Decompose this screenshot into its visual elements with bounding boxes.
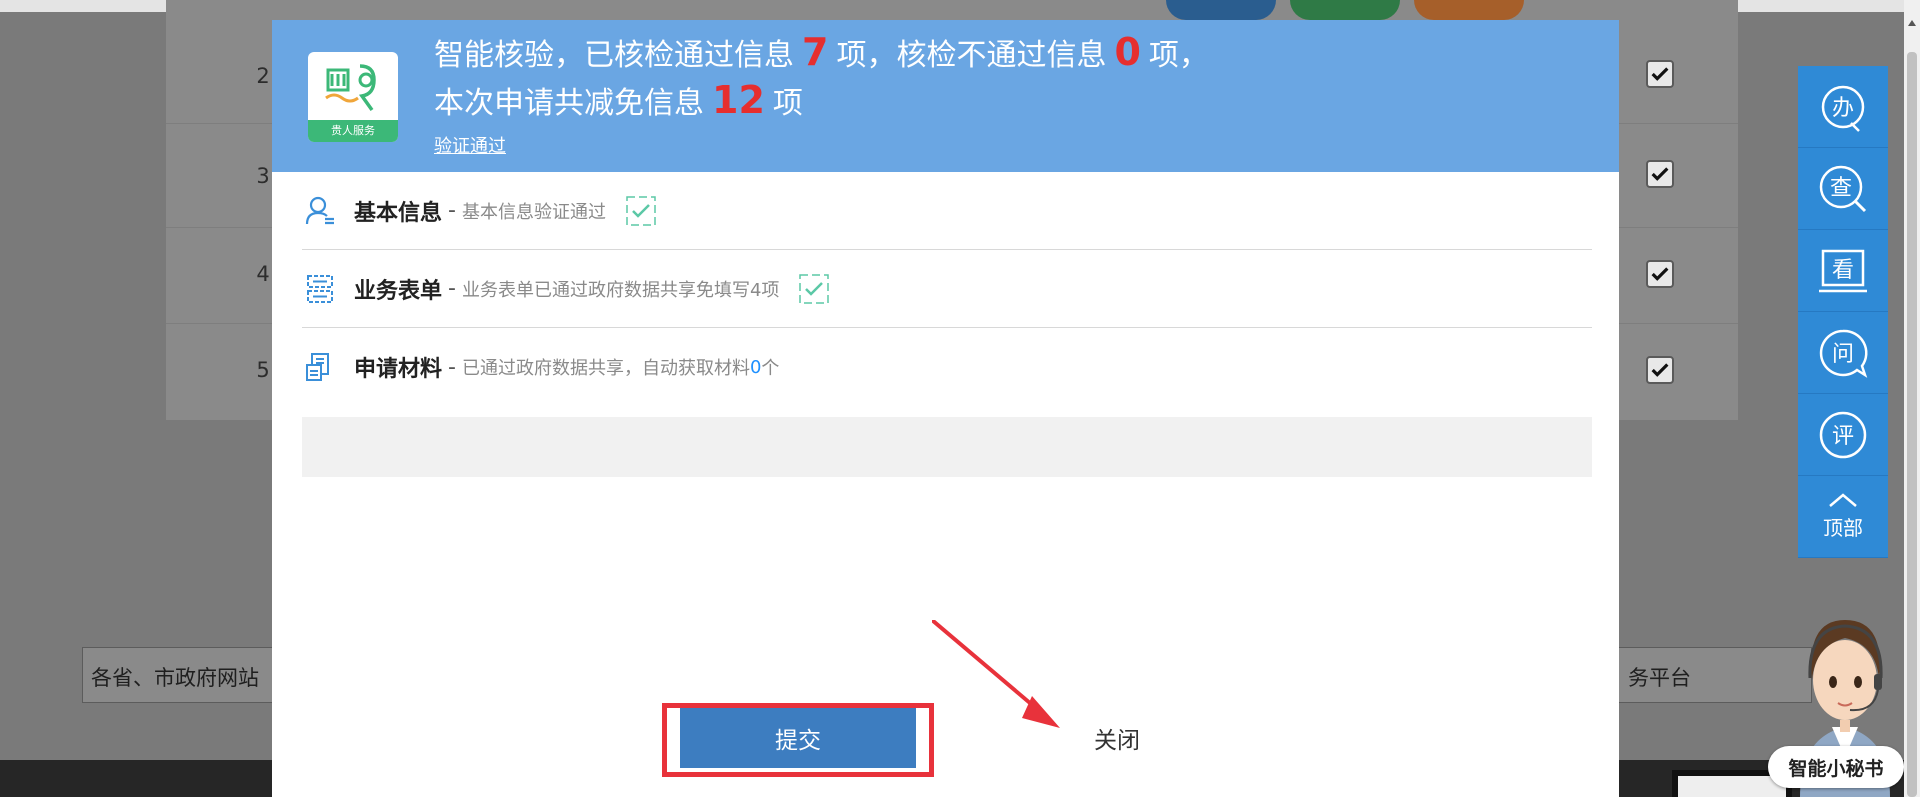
reduced-count: 12: [712, 78, 765, 122]
assistant-label[interactable]: 智能小秘书: [1768, 746, 1904, 788]
toolbar-view-button[interactable]: 看: [1798, 230, 1888, 312]
scroll-thumb[interactable]: [1907, 52, 1917, 797]
bg-orange-circle: [1414, 0, 1524, 20]
summary-text: 项，: [1148, 38, 1209, 73]
back-to-top-button[interactable]: 顶部: [1798, 476, 1888, 558]
logo-glyph-icon: [325, 64, 376, 112]
verification-modal: 贵人服务 智能核验，已核检通过信息 7 项，核检不通过信息 0 项， 本次申请共减免信息…: [272, 20, 1619, 797]
chevron-up-icon: [1829, 493, 1857, 507]
materials-panel: [302, 417, 1592, 477]
summary-text: 项: [772, 86, 803, 121]
passed-count: 7: [802, 30, 829, 74]
row-title: 申请材料: [354, 357, 443, 382]
page-scrollbar[interactable]: [1904, 0, 1920, 797]
right-toolbar: 办 查 看 问 评 顶部: [1798, 66, 1888, 558]
back-to-top-label: 顶部: [1823, 516, 1863, 540]
app-logo: 贵人服务: [308, 52, 398, 142]
row-title: 基本信息: [354, 200, 443, 226]
toolbar-ask-button[interactable]: 问: [1798, 312, 1888, 394]
links-select-left[interactable]: 各省、市政府网站: [91, 662, 259, 692]
materials-count: 0: [749, 356, 762, 378]
row-checkbox[interactable]: [1646, 356, 1674, 384]
summary-text: 本次申请共减免信息: [434, 86, 704, 121]
info-row-basic: 基本信息 - 基本信息验证通过: [302, 172, 1592, 250]
row-description: 已通过政府数据共享，自动获取材料: [461, 358, 750, 379]
links-select-right[interactable]: 务平台: [1628, 662, 1691, 692]
toolbar-query-button[interactable]: 查: [1798, 148, 1888, 230]
ask-icon: 问: [1819, 329, 1868, 378]
check-icon: [626, 195, 656, 226]
toolbar-glyph: 评: [1832, 424, 1854, 449]
toolbar-rate-button[interactable]: 评: [1798, 394, 1888, 476]
row-description: 基本信息验证通过: [461, 201, 606, 223]
row-checkbox[interactable]: [1646, 60, 1674, 88]
scroll-up-arrow-icon[interactable]: [1908, 20, 1916, 26]
view-icon: 看: [1819, 249, 1867, 292]
toolbar-glyph: 查: [1830, 176, 1852, 201]
submit-button[interactable]: 提交: [680, 708, 916, 768]
bg-green-circle: [1290, 0, 1400, 20]
logo-ribbon: 贵人服务: [308, 120, 398, 142]
verification-passed-link[interactable]: 验证通过: [434, 132, 506, 158]
row-description-tail: 个: [761, 358, 780, 379]
row-separator: -: [448, 276, 456, 301]
check-icon: [799, 273, 830, 304]
row-checkbox[interactable]: [1646, 260, 1674, 288]
summary-text: 智能核验，已核检通过信息: [434, 38, 794, 73]
verification-summary-line2: 本次申请共减免信息 12 项: [434, 78, 803, 122]
toolbar-handle-button[interactable]: 办: [1798, 66, 1888, 148]
query-icon: 查: [1819, 165, 1867, 212]
close-button[interactable]: 关闭: [1042, 708, 1192, 768]
row-separator: -: [448, 198, 456, 223]
modal-header: 贵人服务 智能核验，已核检通过信息 7 项，核检不通过信息 0 项， 本次申请共减免信息…: [272, 20, 1619, 172]
form-icon: [307, 274, 333, 303]
toolbar-glyph: 问: [1832, 342, 1854, 367]
info-row-materials: 申请材料 - 已通过政府数据共享，自动获取材料 0 个: [302, 328, 1592, 406]
bg-blue-circle: [1166, 0, 1276, 20]
failed-count: 0: [1114, 30, 1141, 74]
user-icon: [305, 196, 334, 224]
rate-icon: 评: [1819, 411, 1867, 458]
summary-text: 项，核检不通过信息: [836, 38, 1107, 73]
info-row-form: 业务表单 - 业务表单已通过政府数据共享免填写4项: [302, 250, 1592, 328]
row-checkbox[interactable]: [1646, 160, 1674, 188]
row-description: 业务表单已通过政府数据共享免填写4项: [461, 279, 780, 301]
row-title: 业务表单: [354, 278, 443, 304]
row-separator: -: [448, 354, 456, 380]
toolbar-glyph: 办: [1832, 96, 1854, 121]
document-icon: [306, 353, 329, 381]
handle-icon: 办: [1821, 85, 1865, 132]
toolbar-glyph: 看: [1832, 258, 1854, 283]
verification-summary-line1: 智能核验，已核检通过信息 7 项，核检不通过信息 0 项，: [434, 30, 1209, 74]
